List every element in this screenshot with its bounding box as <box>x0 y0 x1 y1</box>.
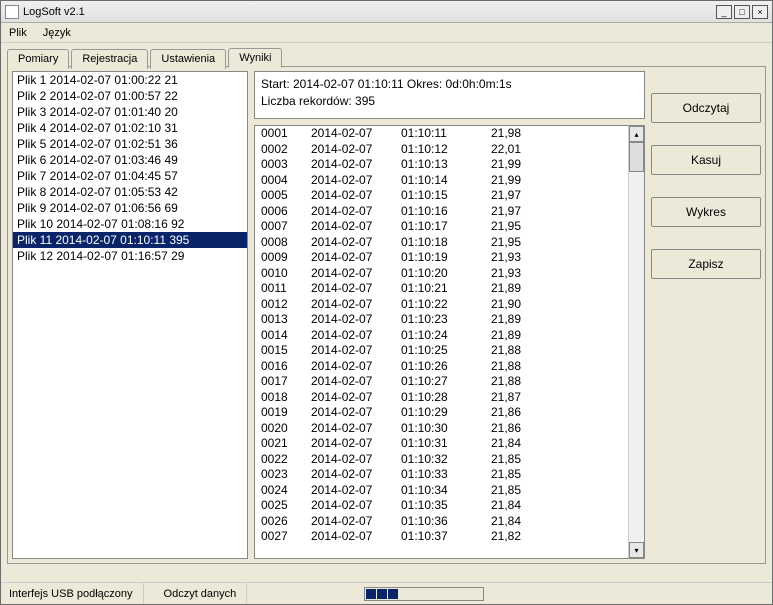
menu-jezyk[interactable]: Język <box>43 27 71 39</box>
data-row[interactable]: 00072014-02-0701:10:1721,95 <box>255 219 628 235</box>
data-row[interactable]: 00142014-02-0701:10:2421,89 <box>255 328 628 344</box>
window-controls: _ □ × <box>716 5 768 19</box>
statusbar: Interfejs USB podłączony Odczyt danych <box>1 582 772 604</box>
data-row[interactable]: 00112014-02-0701:10:2121,89 <box>255 281 628 297</box>
menubar: Plik Język <box>1 23 772 43</box>
data-row[interactable]: 00042014-02-0701:10:1421,99 <box>255 173 628 189</box>
data-row[interactable]: 00182014-02-0701:10:2821,87 <box>255 390 628 406</box>
file-list-item[interactable]: Plik 9 2014-02-07 01:06:56 69 <box>13 200 247 216</box>
window-title: LogSoft v2.1 <box>23 6 716 18</box>
data-row[interactable]: 00242014-02-0701:10:3421,85 <box>255 483 628 499</box>
minimize-button[interactable]: _ <box>716 5 732 19</box>
tab-wyniki[interactable]: Wyniki <box>228 48 282 68</box>
data-row[interactable]: 00202014-02-0701:10:3021,86 <box>255 421 628 437</box>
data-row[interactable]: 00232014-02-0701:10:3321,85 <box>255 467 628 483</box>
summary-line-1: Start: 2014-02-07 01:10:11 Okres: 0d:0h:… <box>261 76 638 93</box>
menu-plik[interactable]: Plik <box>9 27 27 39</box>
progress-block <box>377 589 387 599</box>
data-row[interactable]: 00152014-02-0701:10:2521,88 <box>255 343 628 359</box>
data-row[interactable]: 00192014-02-0701:10:2921,86 <box>255 405 628 421</box>
tab-pomiary[interactable]: Pomiary <box>7 49 69 69</box>
data-column: Start: 2014-02-07 01:10:11 Okres: 0d:0h:… <box>254 71 645 559</box>
progress-block <box>366 589 376 599</box>
app-icon <box>5 5 19 19</box>
data-body[interactable]: 00012014-02-0701:10:1121,9800022014-02-0… <box>255 126 628 558</box>
status-usb: Interfejs USB podłączony <box>9 583 144 604</box>
data-row[interactable]: 00012014-02-0701:10:1121,98 <box>255 126 628 142</box>
file-list-item[interactable]: Plik 2 2014-02-07 01:00:57 22 <box>13 88 247 104</box>
progress-block <box>388 589 398 599</box>
tab-rejestracja[interactable]: Rejestracja <box>71 49 148 69</box>
data-row[interactable]: 00132014-02-0701:10:2321,89 <box>255 312 628 328</box>
data-row[interactable]: 00262014-02-0701:10:3621,84 <box>255 514 628 530</box>
data-row[interactable]: 00222014-02-0701:10:3221,85 <box>255 452 628 468</box>
summary-line-2: Liczba rekordów: 395 <box>261 93 638 110</box>
scroll-down-button[interactable]: ▾ <box>629 542 644 558</box>
data-row[interactable]: 00082014-02-0701:10:1821,95 <box>255 235 628 251</box>
tab-bar: Pomiary Rejestracja Ustawienia Wyniki <box>7 47 766 67</box>
vertical-scrollbar[interactable]: ▴ ▾ <box>628 126 644 558</box>
file-list-item[interactable]: Plik 11 2014-02-07 01:10:11 395 <box>13 232 247 248</box>
file-list-item[interactable]: Plik 1 2014-02-07 01:00:22 21 <box>13 72 247 88</box>
status-activity: Odczyt danych <box>164 583 248 604</box>
button-column: Odczytaj Kasuj Wykres Zapisz <box>651 71 761 559</box>
file-list-item[interactable]: Plik 3 2014-02-07 01:01:40 20 <box>13 104 247 120</box>
data-row[interactable]: 00052014-02-0701:10:1521,97 <box>255 188 628 204</box>
scroll-up-button[interactable]: ▴ <box>629 126 644 142</box>
file-list[interactable]: Plik 1 2014-02-07 01:00:22 21Plik 2 2014… <box>12 71 248 559</box>
delete-button[interactable]: Kasuj <box>651 145 761 175</box>
data-row[interactable]: 00162014-02-0701:10:2621,88 <box>255 359 628 375</box>
summary-panel: Start: 2014-02-07 01:10:11 Okres: 0d:0h:… <box>254 71 645 119</box>
file-list-item[interactable]: Plik 7 2014-02-07 01:04:45 57 <box>13 168 247 184</box>
file-list-item[interactable]: Plik 4 2014-02-07 01:02:10 31 <box>13 120 247 136</box>
data-row[interactable]: 00272014-02-0701:10:3721,82 <box>255 529 628 545</box>
data-table: 00012014-02-0701:10:1121,9800022014-02-0… <box>254 125 645 559</box>
maximize-button[interactable]: □ <box>734 5 750 19</box>
tab-panel-wyniki: Plik 1 2014-02-07 01:00:22 21Plik 2 2014… <box>7 66 766 564</box>
scroll-thumb[interactable] <box>629 142 644 172</box>
data-row[interactable]: 00252014-02-0701:10:3521,84 <box>255 498 628 514</box>
file-list-item[interactable]: Plik 12 2014-02-07 01:16:57 29 <box>13 248 247 264</box>
titlebar: LogSoft v2.1 _ □ × <box>1 1 772 23</box>
file-list-item[interactable]: Plik 5 2014-02-07 01:02:51 36 <box>13 136 247 152</box>
data-row[interactable]: 00122014-02-0701:10:2221,90 <box>255 297 628 313</box>
data-row[interactable]: 00062014-02-0701:10:1621,97 <box>255 204 628 220</box>
close-button[interactable]: × <box>752 5 768 19</box>
save-button[interactable]: Zapisz <box>651 249 761 279</box>
data-row[interactable]: 00172014-02-0701:10:2721,88 <box>255 374 628 390</box>
progress-bar <box>364 587 484 601</box>
data-row[interactable]: 00022014-02-0701:10:1222,01 <box>255 142 628 158</box>
data-row[interactable]: 00032014-02-0701:10:1321,99 <box>255 157 628 173</box>
read-button[interactable]: Odczytaj <box>651 93 761 123</box>
tab-ustawienia[interactable]: Ustawienia <box>150 49 226 69</box>
file-list-item[interactable]: Plik 8 2014-02-07 01:05:53 42 <box>13 184 247 200</box>
chart-button[interactable]: Wykres <box>651 197 761 227</box>
file-list-item[interactable]: Plik 6 2014-02-07 01:03:46 49 <box>13 152 247 168</box>
data-row[interactable]: 00212014-02-0701:10:3121,84 <box>255 436 628 452</box>
content-area: Pomiary Rejestracja Ustawienia Wyniki Pl… <box>1 43 772 582</box>
file-list-item[interactable]: Plik 10 2014-02-07 01:08:16 92 <box>13 216 247 232</box>
data-row[interactable]: 00102014-02-0701:10:2021,93 <box>255 266 628 282</box>
data-row[interactable]: 00092014-02-0701:10:1921,93 <box>255 250 628 266</box>
app-window: LogSoft v2.1 _ □ × Plik Język Pomiary Re… <box>0 0 773 605</box>
